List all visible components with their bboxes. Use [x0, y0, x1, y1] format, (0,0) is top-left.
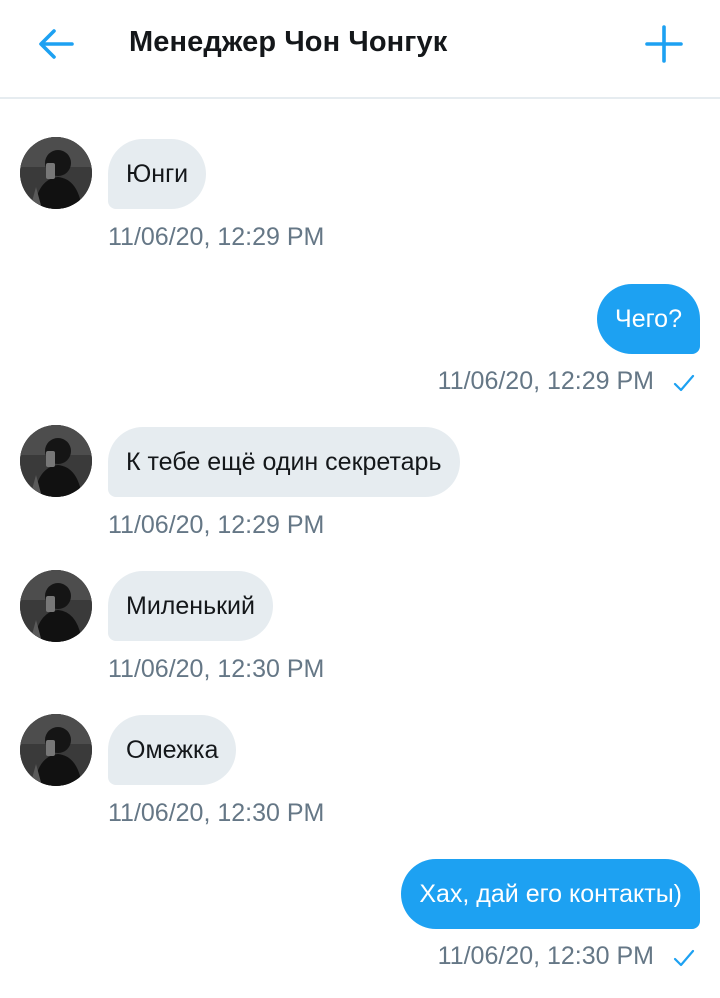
conversation-header: Менеджер Чон Чонгук: [0, 0, 720, 99]
message-timestamp: 11/06/20, 12:30 PM: [108, 799, 325, 827]
message-timestamp: 11/06/20, 12:29 PM: [108, 223, 325, 251]
avatar-image: [20, 425, 92, 497]
avatar[interactable]: [20, 714, 92, 786]
message-timestamp: 11/06/20, 12:30 PM: [108, 655, 325, 683]
conversation-title: Менеджер Чон Чонгук: [129, 26, 448, 58]
message-timestamp: 11/06/20, 12:30 PM: [437, 942, 654, 970]
message-bubble-outgoing[interactable]: Хах, дай его контакты): [401, 859, 700, 929]
dm-conversation-screen: Менеджер Чон Чонгук Юнги 11/06/20, 12:29…: [0, 0, 720, 998]
message-row: К тебе ещё один секретарь 11/06/20, 12:2…: [0, 425, 720, 545]
message-row: Юнги 11/06/20, 12:29 PM: [0, 137, 720, 257]
message-bubble-incoming[interactable]: К тебе ещё один секретарь: [108, 427, 460, 497]
message-bubble-incoming[interactable]: Омежка: [108, 715, 237, 785]
message-row: Хах, дай его контакты) 11/06/20, 12:30 P…: [0, 858, 720, 978]
avatar-image: [20, 137, 92, 209]
new-message-button[interactable]: [644, 24, 684, 64]
message-timestamp: 11/06/20, 12:29 PM: [108, 511, 325, 539]
message-bubble-incoming[interactable]: Юнги: [108, 139, 207, 209]
avatar-image: [20, 570, 92, 642]
message-row: Омежка 11/06/20, 12:30 PM: [0, 714, 720, 834]
plus-icon: [645, 25, 683, 63]
back-button[interactable]: [34, 24, 78, 64]
avatar-image: [20, 714, 92, 786]
message-row: Миленький 11/06/20, 12:30 PM: [0, 570, 720, 690]
avatar[interactable]: [20, 425, 92, 497]
message-bubble-incoming[interactable]: Миленький: [108, 571, 273, 641]
checkmark-icon: [673, 374, 695, 392]
message-bubble-outgoing[interactable]: Чего?: [597, 284, 700, 354]
message-timestamp: 11/06/20, 12:29 PM: [437, 367, 654, 395]
message-row: Чего? 11/06/20, 12:29 PM: [0, 282, 720, 397]
avatar[interactable]: [20, 137, 92, 209]
arrow-left-icon: [39, 29, 74, 59]
checkmark-icon: [673, 949, 695, 967]
avatar[interactable]: [20, 570, 92, 642]
